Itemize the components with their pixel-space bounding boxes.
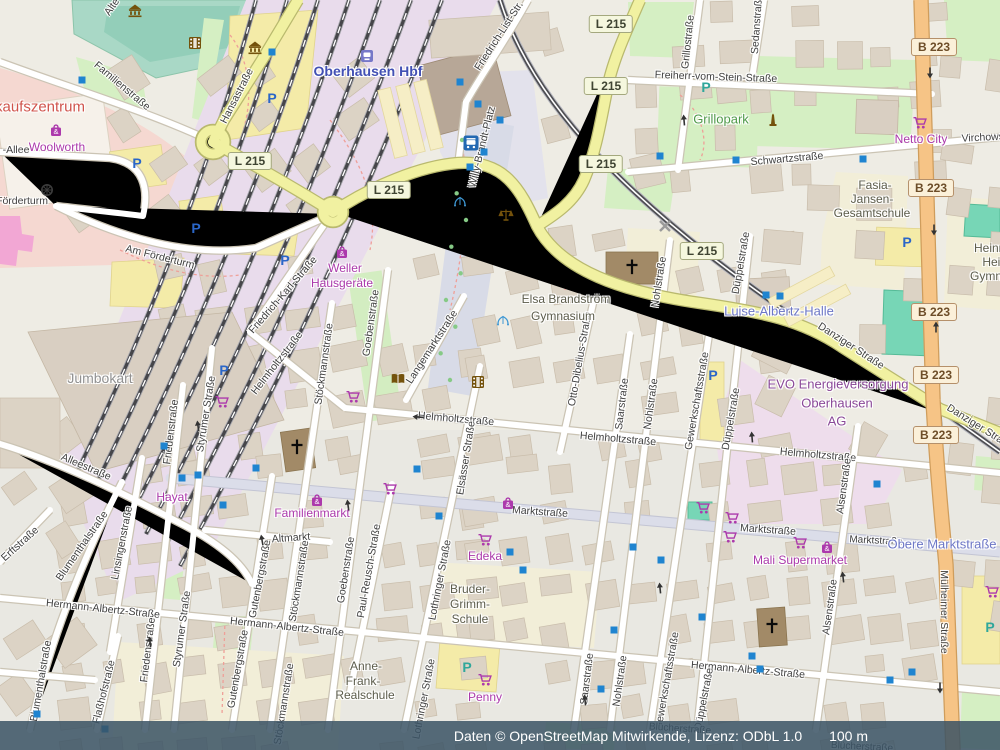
map-canvas [0, 0, 1000, 750]
scale-label: 100 m [829, 728, 868, 744]
attribution-text: Daten © OpenStreetMap Mitwirkende, Lizen… [454, 728, 802, 744]
map-viewport[interactable]: HansastraßeFamilienstraßeAlteAm Fördertu… [0, 0, 1000, 750]
attribution-bar: Daten © OpenStreetMap Mitwirkende, Lizen… [0, 721, 1000, 750]
